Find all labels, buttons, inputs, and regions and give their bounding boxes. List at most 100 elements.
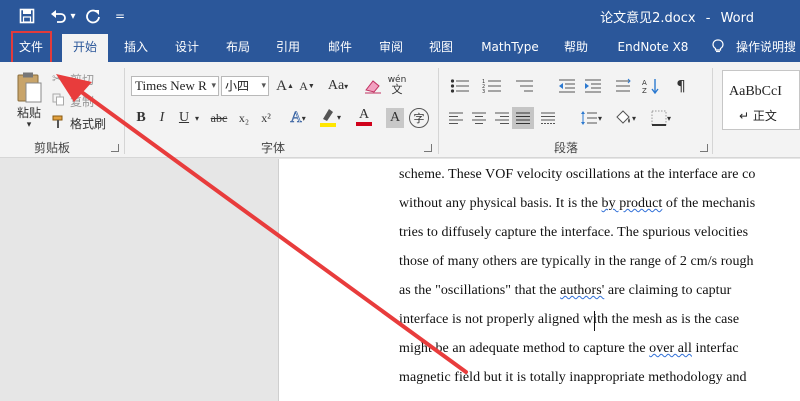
align-right-icon[interactable] [492,108,512,128]
style-sample: AaBbCcI [729,84,782,99]
paintbrush-icon [52,115,70,132]
style-name: ↵ 正文 [739,109,777,123]
increase-indent-icon[interactable] [582,76,604,96]
borders-icon[interactable]: ▾ [646,108,676,128]
align-left-icon[interactable] [446,108,466,128]
group-divider [712,68,713,154]
ribbon-tabs: 文件 开始 插入 设计 布局 引用 邮件 审阅 视图 MathType 帮助 E… [0,32,800,62]
document-line[interactable]: as the "oscillations" that the authors' … [399,283,800,299]
spellcheck-flagged-text: over all [649,341,692,356]
text-run: without any physical basis. It is the [399,196,602,211]
paste-icon[interactable] [14,70,44,106]
tab-view[interactable]: 视图 [423,32,459,62]
clear-formatting-icon[interactable] [364,76,382,96]
underline-dropdown-icon[interactable]: ▾ [192,108,202,128]
tab-review[interactable]: 审阅 [373,32,409,62]
clipboard-launcher-icon[interactable] [111,144,119,152]
enclose-characters-button[interactable]: 字 [409,108,429,128]
paragraph-launcher-icon[interactable] [700,144,708,152]
decrease-indent-icon[interactable] [556,76,578,96]
font-family-value: Times New R [135,78,207,93]
show-formatting-icon[interactable]: ¶ [670,76,692,96]
chinese-layout-icon[interactable] [612,76,634,96]
paste-button[interactable]: 粘贴 [12,104,46,120]
tab-layout[interactable]: 布局 [220,32,256,62]
shrink-font-button[interactable]: A ▼ [298,76,316,96]
text-run: as the "oscillations" that the [399,283,561,298]
tab-references[interactable]: 引用 [270,32,306,62]
cut-button[interactable]: ✂ 剪切 [52,70,102,88]
tab-home[interactable]: 开始 [62,34,108,62]
tab-design[interactable]: 设计 [169,32,205,62]
document-workspace: scheme. These VOF velocity oscillations … [0,159,800,401]
align-center-icon[interactable] [469,108,489,128]
spellcheck-flagged-text: authors' [560,283,605,298]
multilevel-list-icon[interactable] [510,76,538,96]
font-size-value: 小四 [225,79,250,93]
highlight-color-button[interactable]: ▾ [316,106,344,128]
document-name: 论文意见2.docx [600,11,696,26]
underline-button[interactable]: U [176,108,192,128]
phonetic-guide-button[interactable]: wén 文 [386,74,408,96]
title-separator: - [705,11,711,26]
style-normal[interactable]: AaBbCcI ↵ 正文 [722,70,800,130]
numbering-icon[interactable]: 123 [478,76,506,96]
svg-text:A: A [642,79,647,87]
line-spacing-icon[interactable]: ▾ [576,108,606,128]
svg-text:3: 3 [482,89,485,94]
document-line[interactable]: might be an adequate method to capture t… [399,341,800,357]
document-line[interactable]: tries to diffusely capture the interface… [399,225,800,241]
tab-endnote[interactable]: EndNote X8 [610,32,696,62]
subscript-button[interactable]: x₂ [234,108,254,128]
font-family-select[interactable]: Times New R ▾ [131,76,219,96]
scissors-icon: ✂ [52,71,63,87]
document-line[interactable]: scheme. These VOF velocity oscillations … [399,167,800,183]
app-name: Word [720,11,754,26]
font-group-label: 字体 [261,141,286,155]
text-run: magnetic field but it is totally inappro… [399,370,747,385]
tab-insert[interactable]: 插入 [118,32,154,62]
copy-button[interactable]: 复制 [52,92,102,110]
ribbon: 粘贴 ▾ ✂ 剪切 复制 格式刷 剪贴板 Times New R ▾ 小四 ▾ A ▲ … [0,62,800,158]
group-divider [438,68,439,154]
copy-label: 复制 [70,94,95,109]
text-run: of the mechanis [662,196,756,211]
sort-icon[interactable]: AZ [640,76,662,96]
group-divider [124,68,125,154]
text-cursor [594,311,595,331]
document-title: 论文意见2.docx - Word [0,7,800,26]
font-color-button[interactable]: A [350,106,378,128]
tab-help[interactable]: 帮助 [558,32,594,62]
change-case-button[interactable]: Aa ▾ [324,76,352,96]
character-shading-button[interactable]: A [386,108,404,128]
format-painter-button[interactable]: 格式刷 [52,114,112,132]
font-launcher-icon[interactable] [424,144,432,152]
text-run: those of many others are typically in th… [399,254,754,269]
paste-dropdown-icon[interactable]: ▾ [22,120,36,130]
grow-font-button[interactable]: A ▲ [276,76,294,96]
document-line[interactable]: interface is not properly aligned with t… [399,312,800,328]
font-size-select[interactable]: 小四 ▾ [221,76,269,96]
italic-button[interactable]: I [154,108,170,128]
text-effects-button[interactable]: A ▾ [287,108,309,128]
chevron-down-icon: ▾ [211,81,216,91]
tab-tell-me[interactable]: 操作说明搜 [712,32,800,62]
bold-button[interactable]: B [133,108,149,128]
document-line[interactable]: magnetic field but it is totally inappro… [399,370,800,386]
distributed-icon[interactable] [538,108,558,128]
bullets-icon[interactable] [446,76,474,96]
text-run: interfac [691,341,739,356]
tab-mathtype[interactable]: MathType [474,32,546,62]
text-run: interface is not properly aligned with t… [399,312,740,327]
tab-mailings[interactable]: 邮件 [322,32,358,62]
shading-icon[interactable]: ▾ [610,108,640,128]
text-run: tries to diffusely capture the interface… [399,225,749,240]
svg-text:Z: Z [642,87,647,94]
strikethrough-button[interactable]: abc [208,108,230,128]
document-page[interactable]: scheme. These VOF velocity oscillations … [278,159,800,401]
text-run: are claiming to captur [604,283,732,298]
superscript-button[interactable]: x² [256,108,276,128]
justify-icon[interactable] [512,107,534,129]
document-line[interactable]: without any physical basis. It is the by… [399,196,800,212]
document-line[interactable]: those of many others are typically in th… [399,254,800,270]
